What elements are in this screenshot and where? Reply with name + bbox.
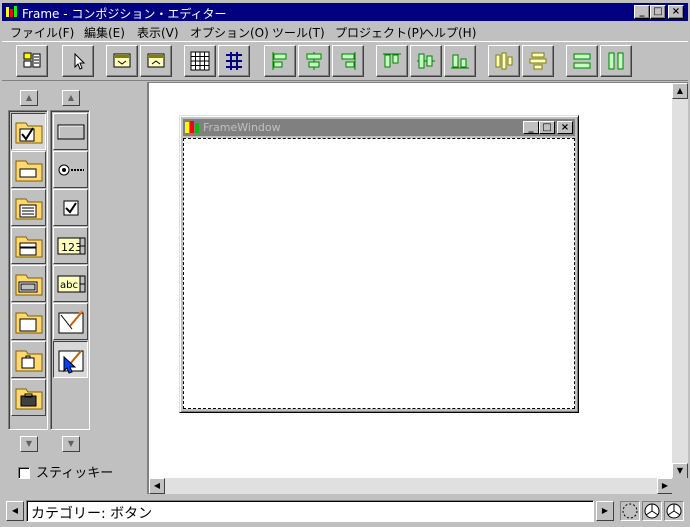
pointer-icon[interactable] — [62, 45, 94, 77]
push-button-icon[interactable] — [53, 113, 88, 150]
scroll-down-button[interactable]: ▼ — [672, 463, 688, 479]
menu-project[interactable]: プロジェクト(P) — [335, 24, 424, 41]
window-title: Frame - コンポジション・エディター — [22, 7, 227, 21]
status-indicator-2-icon — [642, 501, 662, 521]
scroll-left-button[interactable]: ◀ — [149, 478, 165, 494]
distribute-vertical-icon[interactable] — [522, 45, 554, 77]
title-bar: Frame - コンポジション・エディター _ □ × — [2, 3, 688, 21]
align-bottom-icon[interactable] — [444, 45, 476, 77]
svg-text:abc: abc — [60, 280, 78, 291]
align-top-icon[interactable] — [376, 45, 408, 77]
menu-tools[interactable]: ツール(T) — [272, 24, 325, 41]
text-spin-icon[interactable]: abc — [53, 265, 88, 302]
status-bar: ◀ カテゴリー: ボタン ▶ — [2, 498, 688, 524]
frame-window-title: FrameWindow — [203, 121, 281, 134]
category-scroll-down-button[interactable]: ▼ — [20, 436, 38, 452]
copy-part-icon[interactable] — [106, 45, 138, 77]
horizontal-scrollbar[interactable]: ◀ ▶ — [149, 478, 673, 494]
menu-help[interactable]: ヘルプ(H) — [422, 24, 476, 41]
form-icon[interactable] — [53, 303, 88, 340]
check-box-icon[interactable] — [53, 189, 88, 226]
vertical-scrollbar[interactable]: ▲ ▼ — [672, 83, 688, 479]
align-middle-icon[interactable] — [410, 45, 442, 77]
sticky-label: スティッキー — [36, 466, 114, 481]
radio-button-icon[interactable] — [53, 151, 88, 188]
align-right-icon[interactable] — [332, 45, 364, 77]
maximize-button[interactable]: □ — [650, 5, 666, 19]
status-scroll-right-button[interactable]: ▶ — [596, 501, 614, 521]
close-button[interactable]: × — [668, 5, 684, 19]
parts-column: 123 abc — [50, 110, 90, 430]
distribute-horizontal-icon[interactable] — [488, 45, 520, 77]
properties-icon[interactable] — [16, 45, 48, 77]
data-entry-category-icon[interactable] — [11, 151, 46, 188]
align-left-icon[interactable] — [264, 45, 296, 77]
button-category-icon[interactable] — [11, 113, 46, 150]
composition-canvas[interactable]: FrameWindow _ □ × ▲ ▼ ◀ ▶ — [148, 82, 688, 494]
align-center-icon[interactable] — [298, 45, 330, 77]
canvas-category-icon[interactable] — [11, 265, 46, 302]
category-scroll-up-button[interactable]: ▲ — [20, 90, 38, 106]
frame-window-client-area[interactable] — [183, 138, 575, 409]
grid-icon[interactable] — [184, 45, 216, 77]
toolbar — [2, 41, 688, 81]
parts-scroll-down-button[interactable]: ▼ — [62, 436, 80, 452]
other-category-icon[interactable] — [11, 379, 46, 416]
frame-window-title-bar[interactable]: FrameWindow _ □ × — [183, 119, 575, 136]
menu-file[interactable]: ファイル(F) — [10, 24, 74, 41]
scroll-right-button[interactable]: ▶ — [657, 478, 673, 494]
checkbox-icon[interactable] — [18, 467, 30, 479]
menu-view[interactable]: 表示(V) — [137, 24, 179, 41]
menu-options[interactable]: オプション(O) — [190, 24, 269, 41]
sticky-checkbox[interactable]: スティッキー — [18, 462, 113, 481]
selected-form-icon[interactable] — [53, 341, 88, 378]
status-indicator-3-icon — [664, 501, 684, 521]
match-height-icon[interactable] — [600, 45, 632, 77]
numeric-spin-icon[interactable]: 123 — [53, 227, 88, 264]
menu-edit[interactable]: 編集(E) — [84, 24, 125, 41]
menu-bar: ファイル(F) 編集(E) 表示(V) オプション(O) ツール(T) プロジェ… — [2, 22, 688, 40]
status-scroll-left-button[interactable]: ◀ — [6, 501, 24, 521]
minimize-button[interactable]: _ — [634, 5, 650, 19]
paste-part-icon[interactable] — [140, 45, 172, 77]
status-indicator-1-icon — [620, 501, 640, 521]
scroll-up-button[interactable]: ▲ — [672, 83, 688, 99]
combo-category-icon[interactable] — [11, 227, 46, 264]
list-category-icon[interactable] — [11, 189, 46, 226]
svg-text:123: 123 — [61, 241, 82, 254]
category-column — [8, 110, 48, 430]
scroll-corner — [672, 478, 688, 494]
tool-category-icon[interactable] — [11, 341, 46, 378]
frame-category-icon[interactable] — [11, 303, 46, 340]
parts-palette: ▲ ▲ 123 abc ▼ ▼ スティッキー — [2, 82, 148, 494]
status-text: カテゴリー: ボタン — [26, 500, 594, 522]
snap-to-grid-icon[interactable] — [218, 45, 250, 77]
frame-close-button[interactable]: × — [557, 121, 573, 134]
frame-minimize-button[interactable]: _ — [523, 121, 539, 134]
frame-window[interactable]: FrameWindow _ □ × — [179, 115, 579, 413]
frame-maximize-button[interactable]: □ — [539, 121, 555, 134]
parts-scroll-up-button[interactable]: ▲ — [62, 90, 80, 106]
match-width-icon[interactable] — [566, 45, 598, 77]
frame-window-icon — [185, 121, 199, 137]
app-icon[interactable] — [6, 6, 18, 18]
